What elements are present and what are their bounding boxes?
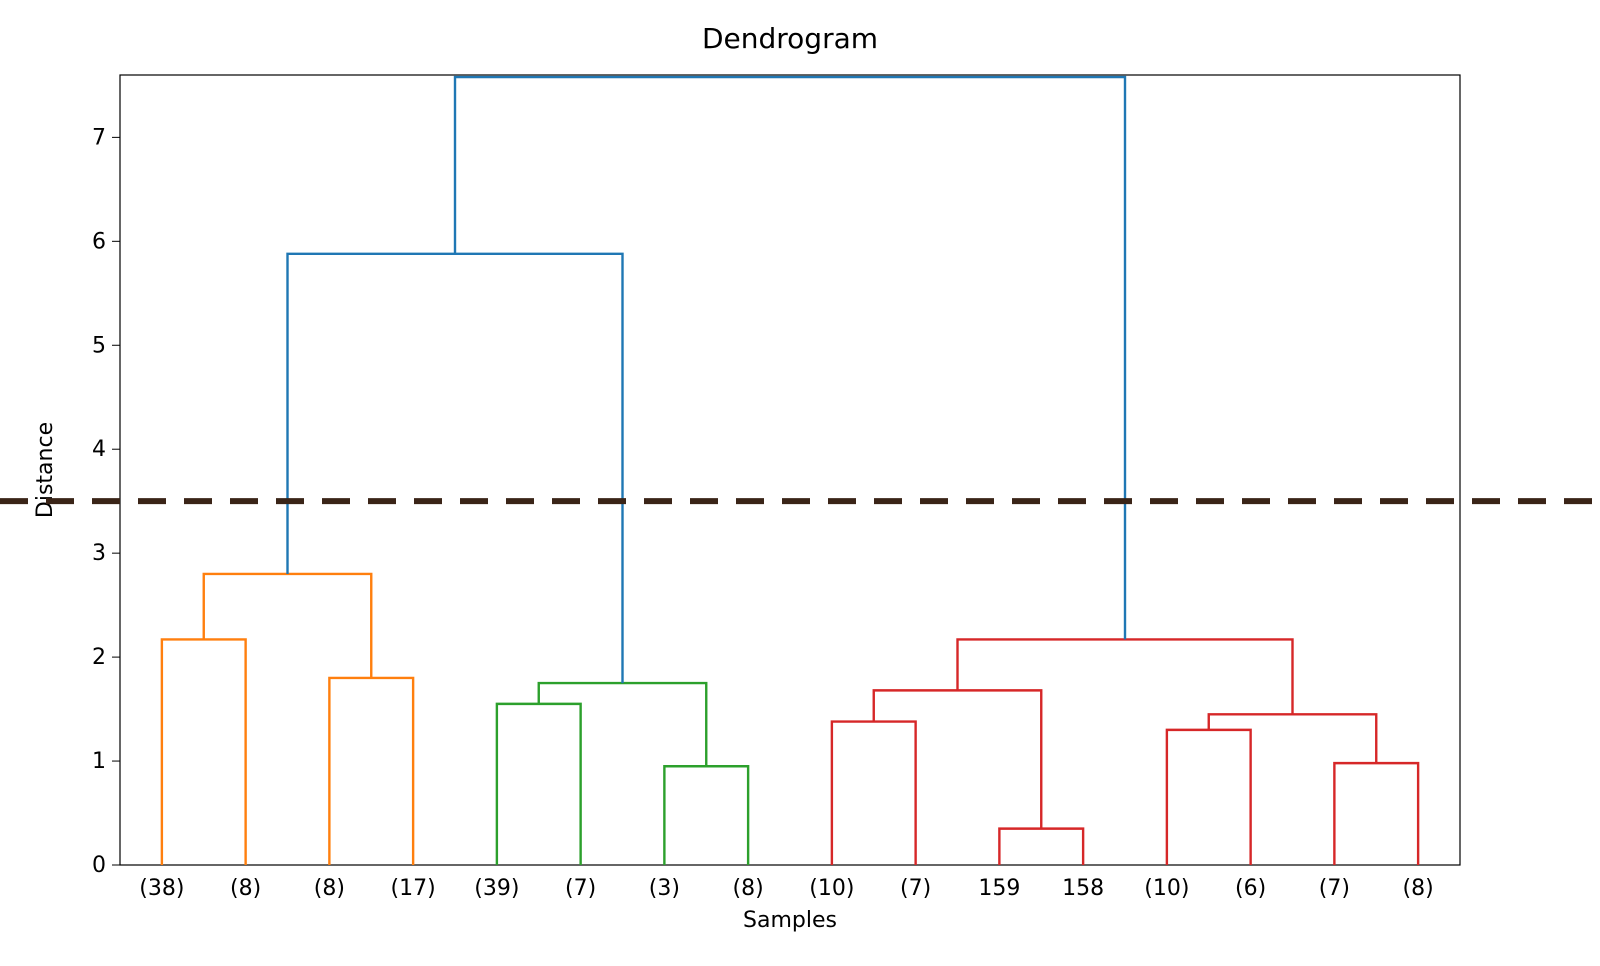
chart-container: Dendrogram01234567Distance(38)(8)(8)(17)… — [0, 0, 1600, 966]
dendro-link — [832, 722, 916, 865]
y-tick-label: 6 — [92, 229, 106, 254]
dendro-link — [874, 690, 1042, 828]
y-tick-label: 2 — [92, 645, 106, 670]
dendro-link — [329, 678, 413, 865]
x-leaf-label: (7) — [1319, 876, 1350, 901]
x-leaf-label: (3) — [649, 876, 680, 901]
y-tick-label: 7 — [92, 125, 106, 150]
y-tick-label: 5 — [92, 333, 106, 358]
chart-title: Dendrogram — [702, 22, 878, 55]
y-tick-label: 0 — [92, 853, 106, 878]
x-leaf-label: (17) — [391, 876, 436, 901]
dendro-link — [1167, 730, 1251, 865]
x-leaf-label: (10) — [1144, 876, 1189, 901]
x-leaf-label: (10) — [809, 876, 854, 901]
dendro-link — [288, 254, 623, 683]
dendro-link — [958, 639, 1293, 714]
y-tick-label: 3 — [92, 541, 106, 566]
dendro-link — [1209, 714, 1377, 763]
dendrogram-svg: Dendrogram01234567Distance(38)(8)(8)(17)… — [0, 0, 1600, 966]
dendro-link — [204, 574, 372, 678]
x-leaf-label: (8) — [230, 876, 261, 901]
y-tick-label: 4 — [92, 437, 106, 462]
dendro-link — [455, 77, 1125, 639]
x-axis-label: Samples — [743, 908, 837, 933]
x-leaf-label: 158 — [1062, 876, 1104, 901]
dendro-link — [664, 766, 748, 865]
x-leaf-label: (7) — [565, 876, 596, 901]
dendro-link — [999, 829, 1083, 865]
x-leaf-label: (39) — [474, 876, 519, 901]
y-tick-label: 1 — [92, 749, 106, 774]
dendro-link — [497, 704, 581, 865]
x-leaf-label: (6) — [1235, 876, 1266, 901]
plot-frame — [120, 75, 1460, 865]
dendro-link — [1334, 763, 1418, 865]
x-leaf-label: (8) — [1403, 876, 1434, 901]
dendro-link — [162, 639, 246, 865]
x-leaf-label: (38) — [139, 876, 184, 901]
x-leaf-label: 159 — [978, 876, 1020, 901]
x-leaf-label: (7) — [900, 876, 931, 901]
dendro-link — [539, 683, 707, 766]
x-leaf-label: (8) — [314, 876, 345, 901]
x-leaf-label: (8) — [733, 876, 764, 901]
